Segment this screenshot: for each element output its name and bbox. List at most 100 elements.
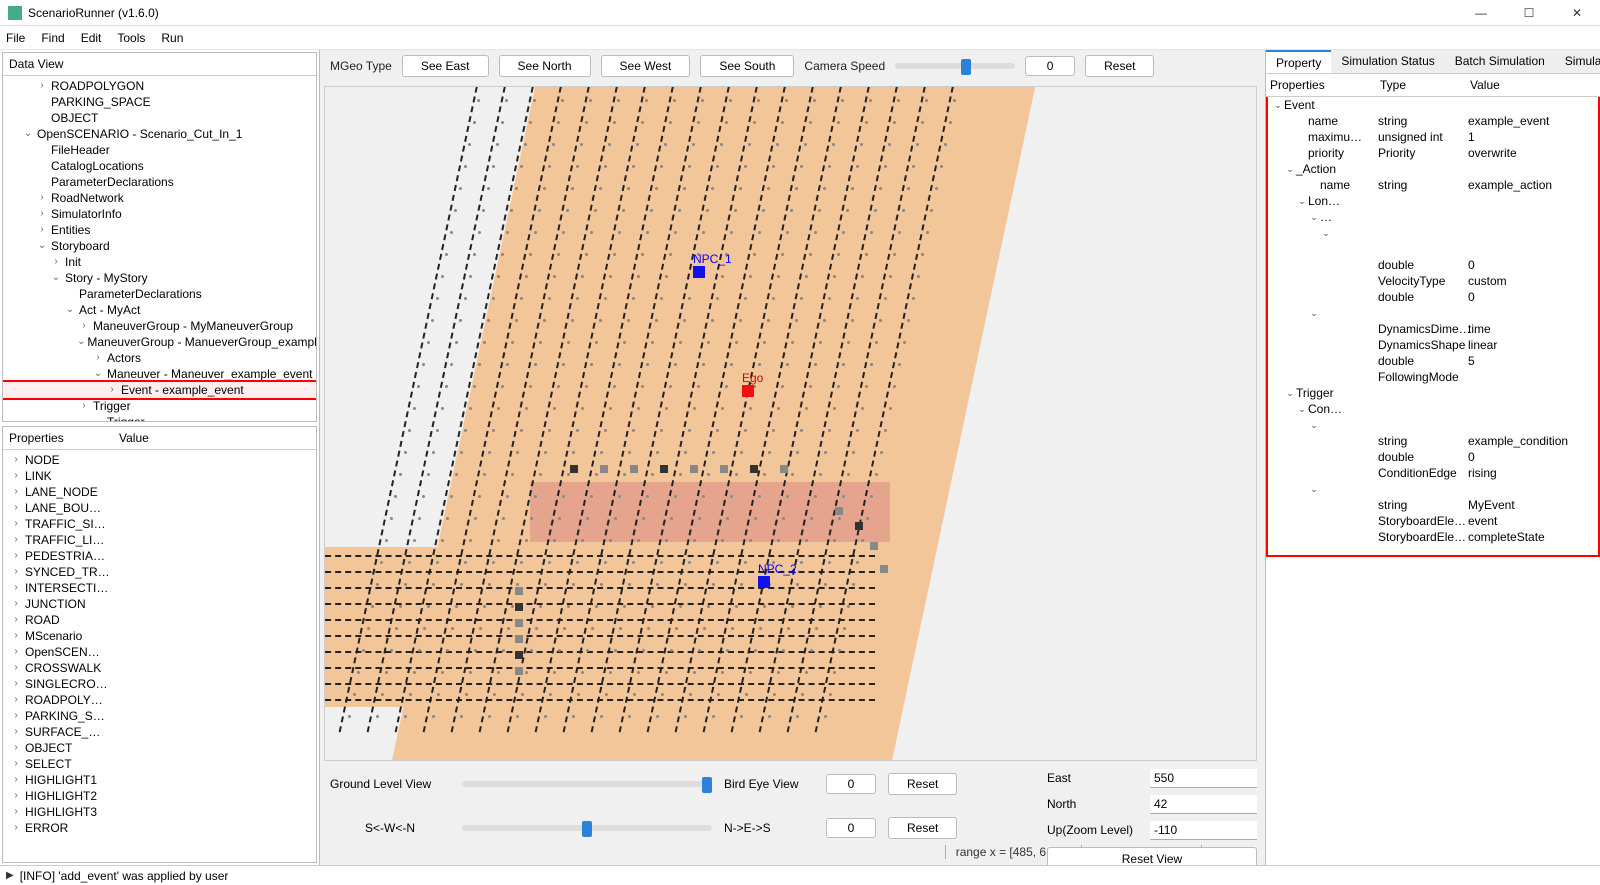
maximize-button[interactable]: ☐ (1514, 6, 1544, 20)
status-play-icon[interactable]: ▶ (6, 870, 14, 881)
camera-speed-value[interactable]: 0 (1025, 56, 1075, 76)
tree-item[interactable]: OBJECT (3, 110, 316, 126)
property-row[interactable]: ⌄Event (1268, 97, 1598, 113)
menu-tools[interactable]: Tools (117, 31, 145, 45)
property-row[interactable]: ⌄Trigger (1268, 385, 1598, 401)
prop-item[interactable]: ›ERROR (3, 820, 316, 836)
rotation-reset-button[interactable]: Reset (888, 817, 957, 839)
prop-item[interactable]: ›TRAFFIC_LI… (3, 532, 316, 548)
prop-item[interactable]: ›LANE_NODE (3, 484, 316, 500)
bird-reset-button[interactable]: Reset (888, 773, 957, 795)
tree-item[interactable]: PARKING_SPACE (3, 94, 316, 110)
property-row[interactable]: StoryboardEle…completeState (1268, 529, 1598, 545)
property-row[interactable]: DynamicsDime…time (1268, 321, 1598, 337)
npc2-marker[interactable]: NPC_2 (758, 562, 797, 591)
property-row[interactable]: namestringexample_event (1268, 113, 1598, 129)
property-row[interactable]: FollowingMode (1268, 369, 1598, 385)
north-input[interactable]: 42 (1150, 795, 1257, 814)
prop-item[interactable]: ›PEDESTRIA… (3, 548, 316, 564)
tree-item[interactable]: ›Trigger (3, 398, 316, 414)
prop-item[interactable]: ›TRAFFIC_SI… (3, 516, 316, 532)
prop-item[interactable]: ›OpenSCEN… (3, 644, 316, 660)
see-south-button[interactable]: See South (700, 55, 794, 77)
property-row[interactable]: ⌄Lon… (1268, 193, 1598, 209)
tree-item[interactable]: ⌄OpenSCENARIO - Scenario_Cut_In_1 (3, 126, 316, 142)
property-row[interactable]: stringMyEvent (1268, 497, 1598, 513)
close-button[interactable]: ✕ (1562, 6, 1592, 20)
prop-item[interactable]: ›PARKING_S… (3, 708, 316, 724)
property-row[interactable]: ⌄ (1268, 481, 1598, 497)
ego-marker[interactable]: Ego (742, 371, 763, 400)
rotation-slider[interactable] (462, 825, 712, 831)
prop-item[interactable]: ›MScenario (3, 628, 316, 644)
tab-batch-simulation[interactable]: Batch Simulation (1445, 50, 1555, 73)
tree-item[interactable]: CatalogLocations (3, 158, 316, 174)
prop-item[interactable]: ›SURFACE_… (3, 724, 316, 740)
camera-reset-button[interactable]: Reset (1085, 55, 1154, 77)
prop-item[interactable]: ›NODE (3, 452, 316, 468)
prop-item[interactable]: ›JUNCTION (3, 596, 316, 612)
tab-property[interactable]: Property (1266, 50, 1331, 73)
tree-item[interactable]: ⌄Maneuver - Maneuver_example_event (3, 366, 316, 382)
prop-item[interactable]: ›LANE_BOU… (3, 500, 316, 516)
tree-item[interactable]: ›SimulatorInfo (3, 206, 316, 222)
see-north-button[interactable]: See North (499, 55, 591, 77)
prop-item[interactable]: ›ROAD (3, 612, 316, 628)
prop-item[interactable]: ›OBJECT (3, 740, 316, 756)
prop-item[interactable]: ›CROSSWALK (3, 660, 316, 676)
property-row[interactable]: double0 (1268, 449, 1598, 465)
zoom-input[interactable]: -110 (1150, 821, 1257, 840)
property-row[interactable]: double5 (1268, 353, 1598, 369)
menu-edit[interactable]: Edit (81, 31, 102, 45)
east-input[interactable]: 550 (1150, 769, 1257, 788)
prop-item[interactable]: ›LINK (3, 468, 316, 484)
tree-item[interactable]: ParameterDeclarations (3, 286, 316, 302)
data-view-tree[interactable]: ›ROADPOLYGONPARKING_SPACEOBJECT⌄OpenSCEN… (3, 76, 316, 422)
tab-simulation-status[interactable]: Simulation Status (1331, 50, 1444, 73)
properties-list[interactable]: ›NODE›LINK›LANE_NODE›LANE_BOU…›TRAFFIC_S… (3, 450, 316, 838)
tree-item[interactable]: ›ManeuverGroup - MyManeuverGroup (3, 318, 316, 334)
menu-file[interactable]: File (6, 31, 25, 45)
property-row[interactable]: ⌄Con… (1268, 401, 1598, 417)
property-row[interactable]: ⌄… (1268, 209, 1598, 225)
tree-item[interactable]: ParameterDeclarations (3, 174, 316, 190)
prop-item[interactable]: ›HIGHLIGHT3 (3, 804, 316, 820)
tree-item[interactable]: ›ROADPOLYGON (3, 78, 316, 94)
map-viewport[interactable]: NPC_1 Ego NPC_2 (324, 86, 1257, 761)
menu-find[interactable]: Find (41, 31, 64, 45)
property-row[interactable]: VelocityTypecustom (1268, 273, 1598, 289)
prop-item[interactable]: ›HIGHLIGHT1 (3, 772, 316, 788)
prop-item[interactable]: ›SELECT (3, 756, 316, 772)
prop-item[interactable]: ›SYNCED_TR… (3, 564, 316, 580)
property-row[interactable]: ⌄ (1268, 225, 1598, 241)
tree-item[interactable]: ⌄Act - MyAct (3, 302, 316, 318)
tab-simulation-more[interactable]: Simulati (1555, 50, 1600, 73)
tree-item[interactable]: Trigger (3, 414, 316, 422)
property-row[interactable] (1268, 241, 1598, 257)
property-row[interactable]: ⌄_Action (1268, 161, 1598, 177)
tree-item[interactable]: ›Entities (3, 222, 316, 238)
property-row[interactable]: priorityPriorityoverwrite (1268, 145, 1598, 161)
bird-eye-value[interactable]: 0 (826, 774, 876, 794)
see-west-button[interactable]: See West (601, 55, 691, 77)
tree-item[interactable]: ›Event - example_event (3, 382, 316, 398)
ground-level-slider[interactable] (462, 781, 712, 787)
tree-item[interactable]: ›Init (3, 254, 316, 270)
camera-speed-slider[interactable] (895, 63, 1015, 69)
property-row[interactable]: ⌄ (1268, 305, 1598, 321)
rotation-value[interactable]: 0 (826, 818, 876, 838)
see-east-button[interactable]: See East (402, 55, 489, 77)
property-row[interactable]: maximu…unsigned int1 (1268, 129, 1598, 145)
property-row[interactable]: StoryboardEle…event (1268, 513, 1598, 529)
menu-run[interactable]: Run (161, 31, 183, 45)
property-row[interactable]: ⌄ (1268, 417, 1598, 433)
prop-item[interactable]: ›ROADPOLY… (3, 692, 316, 708)
tree-item[interactable]: FileHeader (3, 142, 316, 158)
prop-item[interactable]: ›HIGHLIGHT2 (3, 788, 316, 804)
tree-item[interactable]: ⌄ManeuverGroup - ManueverGroup_exampl… (3, 334, 316, 350)
tree-item[interactable]: ›Actors (3, 350, 316, 366)
tree-item[interactable]: ⌄Storyboard (3, 238, 316, 254)
property-row[interactable]: stringexample_condition (1268, 433, 1598, 449)
npc1-marker[interactable]: NPC_1 (693, 252, 732, 281)
property-grid[interactable]: ⌄Eventnamestringexample_eventmaximu…unsi… (1268, 97, 1598, 555)
